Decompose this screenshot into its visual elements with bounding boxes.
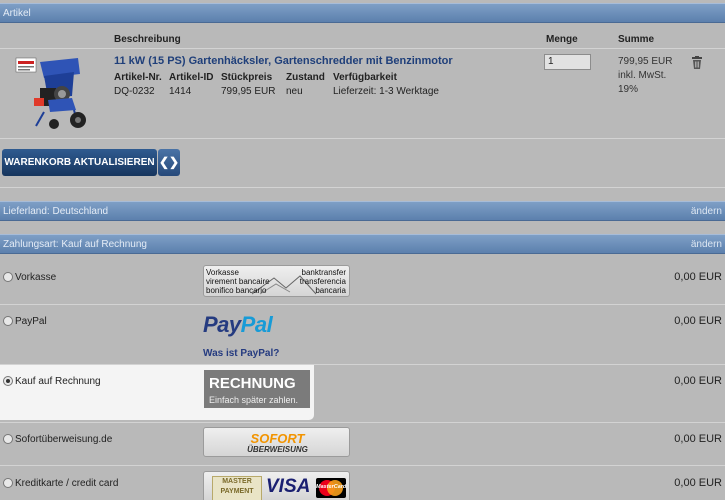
price-sofort: 0,00 EUR [674,433,722,445]
vorkasse-line-1: Vorkasse [206,268,239,277]
sum-tax: inkl. MwSt. [618,70,667,81]
update-cart-button[interactable]: WARENKORB AKTUALISIEREN [2,149,157,176]
divider-paypal [0,364,725,365]
sum-block: 799,95 EUR inkl. MwSt. 19% [618,55,672,97]
master-payment-bottom: PAYMENT [220,488,254,495]
rechnung-logo: RECHNUNG Einfach später zahlen. [204,370,310,408]
rechnung-logo-title: RECHNUNG [209,375,296,392]
vorkasse-line-5: transferencia [299,277,346,286]
product-title[interactable]: 11 kW (15 PS) Gartenhäcksler, Gartenschr… [114,55,453,67]
zustand-value: neu [286,86,303,97]
verfuegbarkeit-label: Verfügbarkeit [333,72,397,83]
vorkasse-line-2: virement bancaire [206,277,270,286]
paypal-logo-pay: Pay [203,312,241,337]
sofort-logo-title: SOFORT [250,431,305,446]
artikel-id-label: Artikel-ID [169,72,214,83]
master-payment-logo: MASTER PAYMENT [212,476,262,500]
payment-name-paypal: PayPal [15,316,47,327]
vorkasse-line-4: banktransfer [301,268,346,277]
mastercard-logo: MasterCard [316,478,346,498]
radio-paypal[interactable] [3,316,13,326]
trash-icon[interactable] [691,56,703,70]
zahlungsart-change-link[interactable]: ändern [691,235,722,255]
payment-name-rechnung: Kauf auf Rechnung [15,376,101,387]
stueckpreis-value: 799,95 EUR [221,86,276,97]
vorkasse-logo: Vorkasse virement bancaire bonifico banc… [203,265,350,297]
sofort-logo-subtitle: ÜBERWEISUNG [247,445,308,454]
lieferland-bar: Lieferland: Deutschland ändern [0,201,725,221]
header-divider [0,48,725,49]
mastercard-logo-text: MasterCard [316,484,346,490]
what-is-paypal-link[interactable]: Was ist PayPal? [203,348,279,359]
rechnung-logo-subtitle: Einfach später zahlen. [209,395,299,405]
payment-name-sofort: Sofortüberweisung.de [15,434,113,445]
cart-divider [0,187,725,188]
verfuegbarkeit-value: Lieferzeit: 1-3 Werktage [333,86,439,97]
artikel-nr-label: Artikel-Nr. [114,72,162,83]
divider-sofort [0,465,725,466]
price-kreditkarte: 0,00 EUR [674,477,722,489]
sofort-logo: SOFORT ÜBERWEISUNG [203,427,350,457]
stueckpreis-label: Stückpreis [221,72,273,83]
artikel-id-value: 1414 [169,86,192,97]
payment-name-vorkasse: Vorkasse [15,272,57,283]
radio-kreditkarte[interactable] [3,478,13,488]
divider-rechnung [0,422,725,423]
price-paypal: 0,00 EUR [674,315,722,327]
creditcard-logos: MASTER PAYMENT VISA MasterCard [203,471,350,500]
update-cart-arrow-button[interactable]: ❮❯ [158,149,180,176]
quantity-input[interactable]: 1 [544,54,591,70]
radio-vorkasse[interactable] [3,272,13,282]
radio-rechnung[interactable] [3,376,13,386]
radio-sofort[interactable] [3,434,13,444]
header-beschreibung: Beschreibung [114,34,181,45]
sum-price: 799,95 EUR [618,56,673,67]
header-menge: Menge [546,34,578,45]
header-summe: Summe [618,34,655,45]
paypal-logo-pal: Pal [240,312,273,337]
price-vorkasse: 0,00 EUR [674,271,722,283]
zahlungsart-label: Zahlungsart: Kauf auf Rechnung [3,239,147,250]
product-divider [0,138,725,139]
zustand-label: Zustand [286,72,325,83]
payment-name-kreditkarte: Kreditkarte / credit card [15,478,119,489]
artikel-bar: Artikel [0,3,725,23]
artikel-nr-value: DQ-0232 [114,86,155,97]
master-payment-top: MASTER [222,478,252,485]
divider-vorkasse [0,304,725,305]
vorkasse-line-3: bonifico bancario [206,286,267,295]
paypal-logo: PayPal [203,312,273,338]
zahlungsart-bar: Zahlungsart: Kauf auf Rechnung ändern [0,234,725,254]
visa-logo: VISA [266,476,311,497]
lieferland-change-link[interactable]: ändern [691,202,722,222]
sum-rate: 19% [618,84,639,95]
artikel-bar-label: Artikel [3,8,31,19]
price-rechnung: 0,00 EUR [674,375,722,387]
vorkasse-line-6: bancaria [315,286,346,295]
garden-shredder-image[interactable] [14,56,92,130]
lieferland-label: Lieferland: Deutschland [3,206,109,217]
